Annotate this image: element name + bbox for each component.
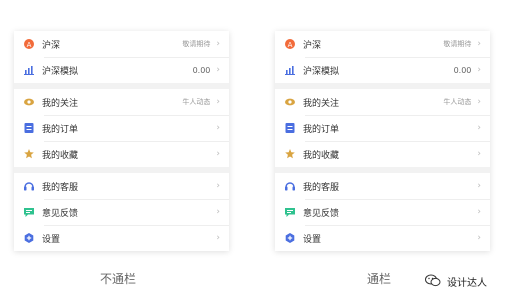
caption-right: 通栏 [367, 272, 392, 286]
settings-list-panel-left: A 沪深 敬请期待 › 沪深模拟 0.00 › 我的关注 牛人动态 › 我的订单… [14, 31, 229, 251]
hushen-label: 沪深 [42, 40, 61, 51]
chevron-right-icon: › [216, 65, 220, 75]
hushen-value: 敬请期待 [443, 40, 472, 48]
feedback-icon [285, 207, 295, 217]
star-box-icon [24, 149, 34, 159]
list-item-settings[interactable]: 设置 › [275, 225, 490, 251]
headset-icon [285, 181, 295, 191]
chevron-right-icon: › [216, 207, 220, 217]
hushen-sim-value: 0.00 [453, 65, 472, 75]
list-item-feedback[interactable]: 意见反馈 › [275, 199, 490, 225]
hushen-label: 沪深 [303, 40, 322, 51]
list-item-hushen[interactable]: A 沪深 敬请期待 › [14, 31, 229, 57]
hushen-sim-label: 沪深模拟 [303, 66, 340, 77]
list-item-hushen[interactable]: A 沪深 敬请期待 › [275, 31, 490, 57]
chevron-right-icon: › [216, 181, 220, 191]
group-personal: 我的关注 牛人动态 › 我的订单 › 我的收藏 › [275, 83, 490, 167]
chevron-right-icon: › [216, 233, 220, 243]
list-item-feedback[interactable]: 意见反馈 › [14, 199, 229, 225]
hushen-sim-value: 0.00 [192, 65, 211, 75]
chevron-right-icon: › [477, 65, 481, 75]
chevron-right-icon: › [477, 207, 481, 217]
follow-value: 牛人动态 [182, 98, 211, 106]
watermark-text: 设计达人 [447, 278, 487, 289]
orders-label: 我的订单 [42, 124, 79, 135]
service-label: 我的客服 [303, 182, 340, 193]
hushen-a-icon: A [24, 39, 34, 49]
gear-hex-icon [285, 233, 295, 243]
list-item-follow[interactable]: 我的关注 牛人动态 › [275, 89, 490, 115]
star-box-icon [285, 149, 295, 159]
hushen-sim-label: 沪深模拟 [42, 66, 79, 77]
chevron-right-icon: › [216, 39, 220, 49]
list-item-hushen-sim[interactable]: 沪深模拟 0.00 › [14, 57, 229, 83]
chevron-right-icon: › [477, 181, 481, 191]
list-item-favorites[interactable]: 我的收藏 › [275, 141, 490, 167]
follow-label: 我的关注 [42, 98, 79, 109]
list-item-orders[interactable]: 我的订单 › [14, 115, 229, 141]
hushen-a-icon: A [285, 39, 295, 49]
chevron-right-icon: › [477, 149, 481, 159]
chevron-right-icon: › [477, 233, 481, 243]
bar-chart-icon [285, 65, 295, 75]
list-item-hushen-sim[interactable]: 沪深模拟 0.00 › [275, 57, 490, 83]
list-item-settings[interactable]: 设置 › [14, 225, 229, 251]
chevron-right-icon: › [477, 39, 481, 49]
chevron-right-icon: › [477, 123, 481, 133]
service-label: 我的客服 [42, 182, 79, 193]
list-item-orders[interactable]: 我的订单 › [275, 115, 490, 141]
favorites-label: 我的收藏 [303, 150, 340, 161]
group-market: A 沪深 敬请期待 › 沪深模拟 0.00 › [275, 31, 490, 83]
follow-label: 我的关注 [303, 98, 340, 109]
settings-list-panel-right: A 沪深 敬请期待 › 沪深模拟 0.00 › 我的关注 牛人动态 › 我的订单… [275, 31, 490, 251]
svg-text:A: A [27, 41, 32, 49]
chevron-right-icon: › [216, 123, 220, 133]
group-support: 我的客服 › 意见反馈 › 设置 › [14, 167, 229, 251]
feedback-label: 意见反馈 [42, 208, 79, 219]
gear-hex-icon [24, 233, 34, 243]
favorites-label: 我的收藏 [42, 150, 79, 161]
bar-chart-icon [24, 65, 34, 75]
settings-label: 设置 [303, 234, 322, 245]
caption-left: 不通栏 [100, 272, 137, 286]
orders-label: 我的订单 [303, 124, 340, 135]
eye-icon [24, 97, 34, 107]
watermark: 设计达人 [425, 272, 487, 291]
order-list-icon [24, 123, 34, 133]
group-support: 我的客服 › 意见反馈 › 设置 › [275, 167, 490, 251]
chevron-right-icon: › [216, 97, 220, 107]
svg-text:A: A [288, 41, 293, 49]
list-item-follow[interactable]: 我的关注 牛人动态 › [14, 89, 229, 115]
chevron-right-icon: › [216, 149, 220, 159]
list-item-service[interactable]: 我的客服 › [14, 173, 229, 199]
feedback-label: 意见反馈 [303, 208, 340, 219]
order-list-icon [285, 123, 295, 133]
settings-label: 设置 [42, 234, 61, 245]
follow-value: 牛人动态 [443, 98, 472, 106]
chevron-right-icon: › [477, 97, 481, 107]
group-market: A 沪深 敬请期待 › 沪深模拟 0.00 › [14, 31, 229, 83]
list-item-service[interactable]: 我的客服 › [275, 173, 490, 199]
headset-icon [24, 181, 34, 191]
group-personal: 我的关注 牛人动态 › 我的订单 › 我的收藏 › [14, 83, 229, 167]
wechat-logo-icon [425, 272, 441, 291]
feedback-icon [24, 207, 34, 217]
list-item-favorites[interactable]: 我的收藏 › [14, 141, 229, 167]
hushen-value: 敬请期待 [182, 40, 211, 48]
eye-icon [285, 97, 295, 107]
